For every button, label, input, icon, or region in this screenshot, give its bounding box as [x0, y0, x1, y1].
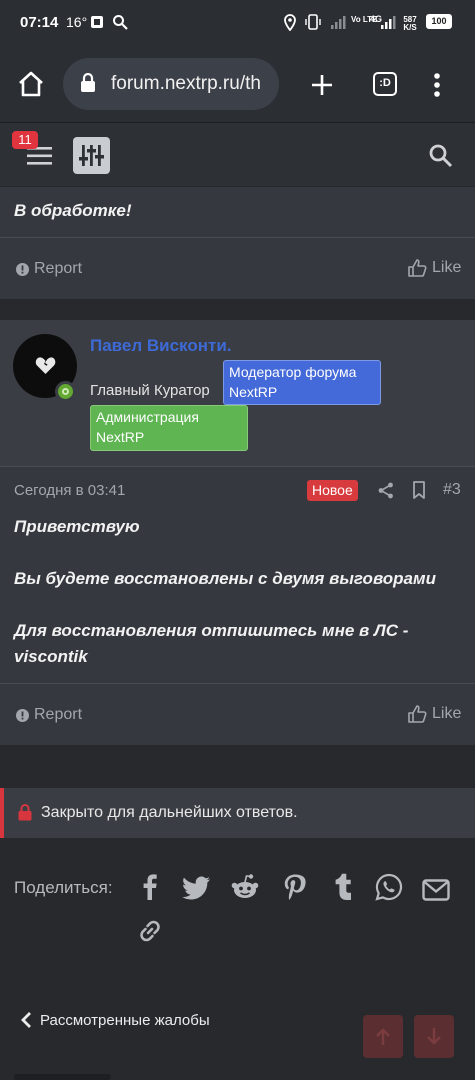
facebook-icon[interactable] — [136, 873, 164, 901]
share-label: Поделиться: — [14, 878, 113, 897]
report-link[interactable]: Report — [16, 260, 82, 278]
thumbs-up-icon — [408, 705, 427, 723]
alert-icon — [16, 708, 29, 722]
moderator-banner-line2: NextRP — [229, 384, 278, 400]
post-like-link[interactable]: Like — [408, 705, 461, 723]
post-line-3: Для восстановления отпишитесь мне в ЛС - — [14, 621, 409, 640]
arrow-up-icon — [376, 1028, 390, 1045]
pinterest-icon[interactable] — [281, 873, 309, 901]
post-line-4: viscontik — [14, 647, 88, 666]
url-text: forum.nextrp.ru/th — [111, 73, 261, 94]
post-user-header: Павел Висконти. Главный Куратор Модерато… — [0, 320, 475, 466]
email-icon[interactable] — [422, 876, 450, 904]
post-date[interactable]: Сегодня в 03:41 — [14, 482, 125, 499]
vibrate-icon — [305, 14, 321, 30]
moderator-banner-line1: Модератор форума — [229, 364, 357, 380]
previous-post-text: В обработке! — [14, 201, 132, 220]
user-divider — [0, 466, 475, 467]
post-number[interactable]: #3 — [443, 481, 461, 499]
bottom-edge-bar — [14, 1074, 111, 1080]
scroll-bottom-button[interactable] — [414, 1015, 454, 1058]
post-author[interactable]: Павел Висконти. — [90, 336, 232, 356]
breadcrumb-label: Рассмотренные жалобы — [40, 1011, 210, 1029]
tumblr-icon[interactable] — [329, 873, 357, 901]
admin-banner-line1: Администрация — [96, 409, 199, 425]
reddit-icon[interactable] — [231, 873, 259, 901]
equalizer-logo-icon — [79, 145, 104, 166]
forum-header: 11 — [0, 122, 475, 186]
moderator-banner: Модератор форума NextRP — [223, 360, 381, 405]
post-like-label: Like — [432, 705, 462, 722]
like-label: Like — [432, 259, 462, 276]
like-link[interactable]: Like — [408, 259, 461, 277]
link-icon[interactable] — [136, 917, 164, 945]
home-icon[interactable] — [17, 71, 45, 97]
user-title: Главный Куратор — [90, 382, 210, 399]
tab-switcher-button[interactable]: :D — [373, 72, 397, 96]
alert-icon — [16, 262, 29, 276]
signal-icon-2 — [381, 16, 396, 29]
search-icon[interactable] — [428, 143, 453, 168]
broken-heart-icon — [35, 357, 56, 374]
bookmark-icon[interactable] — [412, 481, 426, 499]
status-time: 07:14 — [20, 14, 59, 31]
twitter-icon[interactable] — [182, 873, 212, 901]
closed-text: Закрыто для дальнейших ответов. — [41, 804, 298, 821]
previous-post: В обработке! Report Like — [0, 187, 475, 299]
notification-count-badge: 11 — [12, 131, 38, 149]
status-bar: 07:14 16° Vo LTE 4G 587 K/S 100 — [0, 0, 475, 46]
post-footer-divider — [0, 683, 475, 684]
thumbs-up-icon — [408, 259, 427, 277]
post-line-2: Вы будете восстановлены с двумя выговора… — [14, 569, 436, 588]
post-divider — [0, 237, 475, 238]
post-report-link[interactable]: Report — [16, 706, 82, 724]
browser-toolbar: forum.nextrp.ru/th :D — [0, 46, 475, 122]
battery-indicator: 100 — [426, 14, 452, 29]
thread-closed-notice: Закрыто для дальнейших ответов. — [0, 788, 475, 838]
new-tab-icon[interactable] — [310, 73, 334, 97]
admin-banner: Администрация NextRP — [90, 405, 248, 451]
lock-icon — [18, 804, 32, 821]
network-speed: 587 K/S — [403, 15, 417, 32]
menu-dots-icon[interactable] — [433, 72, 441, 98]
whatsapp-icon[interactable] — [375, 873, 403, 901]
notification-app-icon — [91, 16, 103, 28]
report-label: Report — [34, 260, 83, 277]
new-badge: Новое — [307, 480, 358, 501]
post-line-1: Приветствую — [14, 517, 140, 536]
forum-logo[interactable] — [73, 137, 110, 174]
arrow-down-icon — [427, 1028, 441, 1045]
address-bar[interactable]: forum.nextrp.ru/th — [63, 58, 279, 110]
lock-icon — [81, 73, 95, 92]
hamburger-menu-icon[interactable] — [27, 147, 52, 165]
online-status-icon — [55, 381, 76, 402]
location-icon — [284, 14, 296, 31]
signal-icon-1 — [331, 16, 346, 29]
admin-banner-line2: NextRP — [96, 429, 145, 445]
breadcrumb-back-link[interactable]: Рассмотренные жалобы — [20, 1011, 210, 1029]
scroll-top-button[interactable] — [363, 1015, 403, 1058]
post-report-label: Report — [34, 706, 83, 723]
search-notification-icon — [113, 15, 128, 30]
share-icon[interactable] — [378, 482, 394, 499]
chevron-left-icon — [21, 1012, 31, 1028]
status-temperature: 16° — [66, 14, 88, 30]
